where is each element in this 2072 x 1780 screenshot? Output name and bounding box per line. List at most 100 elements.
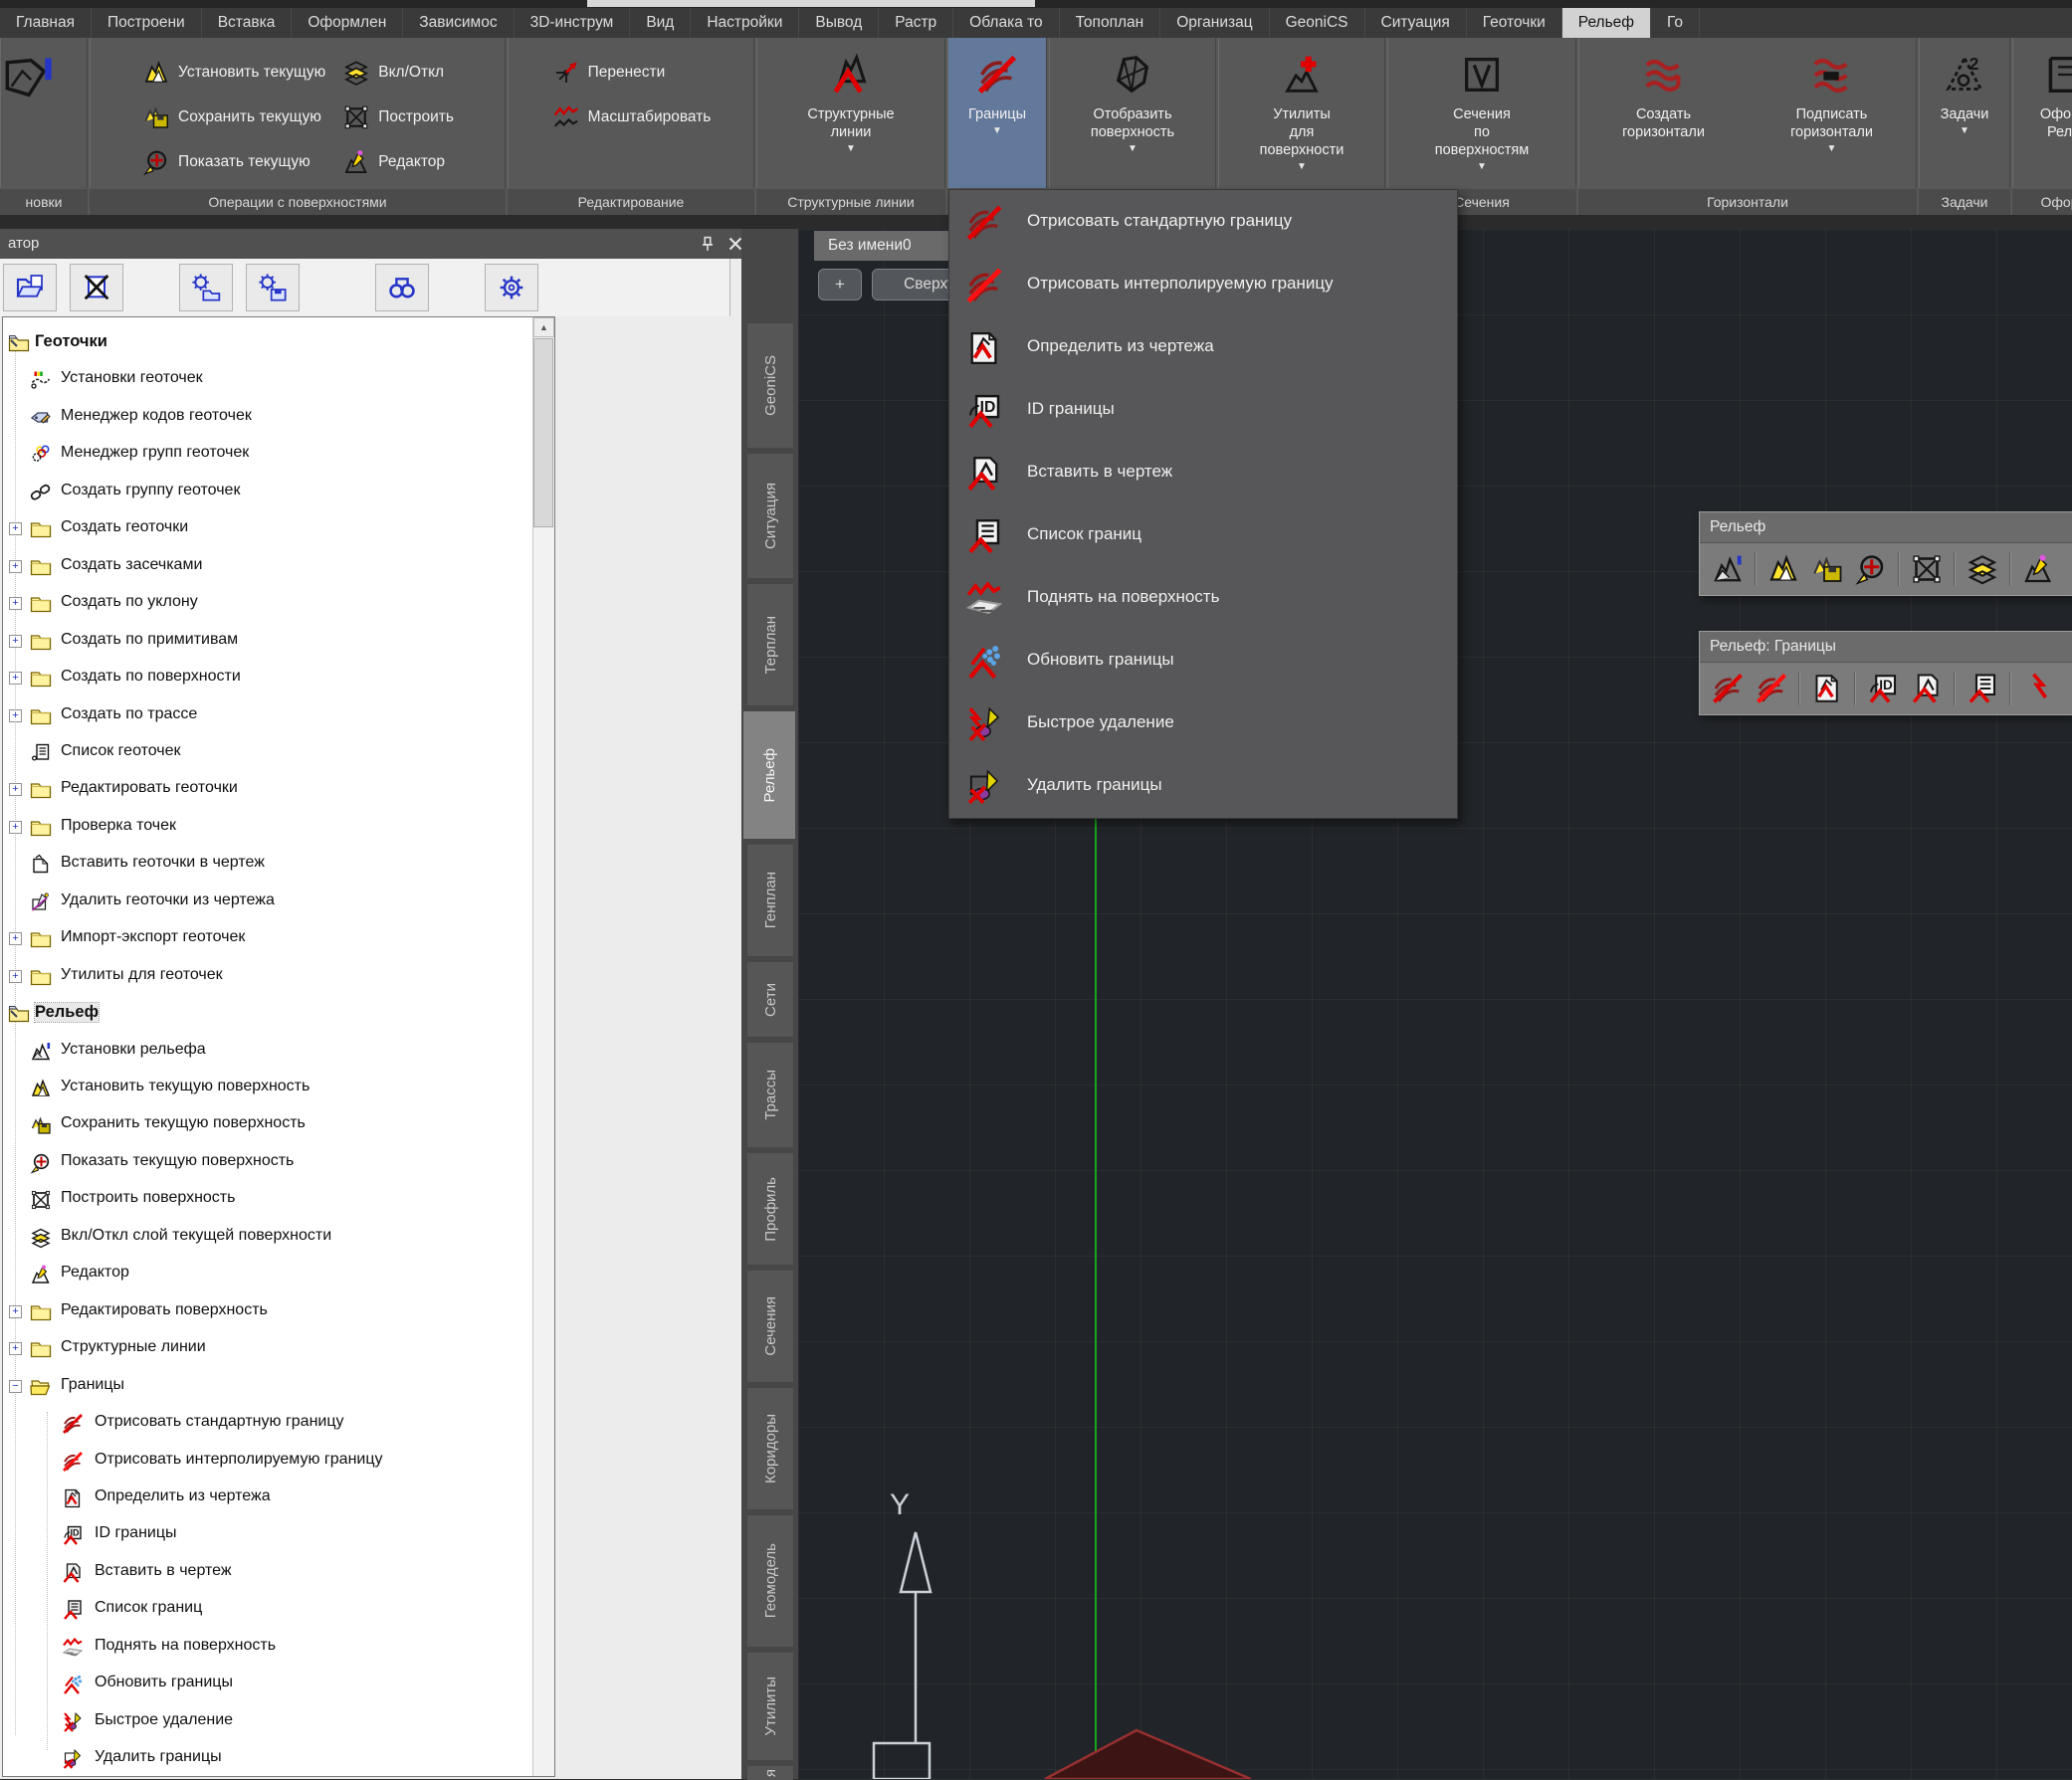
tree-item-отрисовать-стандартную-границу[interactable]: Отрисовать стандартную границу xyxy=(3,1406,530,1443)
tree-item-показать-текущую-поверхность[interactable]: Показать текущую поверхность xyxy=(3,1145,530,1182)
navigator-tool-gear-save[interactable] xyxy=(246,264,300,311)
palette-button-boundary-interp[interactable] xyxy=(1754,671,1789,706)
tree-item-построить-поверхность[interactable]: Построить поверхность xyxy=(3,1182,530,1219)
ribbon-tab-зависимос[interactable]: Зависимос xyxy=(403,8,514,38)
tree-item-сохранить-текущую-поверхность[interactable]: Сохранить текущую поверхность xyxy=(3,1107,530,1144)
tree-item-установки-рельефа[interactable]: Установки рельефа xyxy=(3,1034,530,1071)
tree-item-id-границы[interactable]: IDID границы xyxy=(3,1517,530,1554)
menu-item-удалить-границы[interactable]: Удалить границы xyxy=(949,756,1457,819)
ribbon-tab-вывод[interactable]: Вывод xyxy=(799,8,879,38)
tree-item-вставить-геоточки-в-чертеж[interactable]: Вставить геоточки в чертеж xyxy=(3,847,530,884)
ribbon-tab-построени[interactable]: Построени xyxy=(92,8,202,38)
ribbon-bigbutton-создать-горизонтали[interactable]: Создать горизонтали xyxy=(1579,38,1748,188)
tree-item-границы[interactable]: −Границы xyxy=(3,1369,530,1406)
workspace-tab-утилиты[interactable]: Утилиты xyxy=(747,1653,793,1760)
tree-item-обновить-границы[interactable]: Обновить границы xyxy=(3,1667,530,1703)
palette-button-id-boundary[interactable]: ID xyxy=(1865,671,1901,706)
tree-item-редактировать-геоточки[interactable]: +Редактировать геоточки xyxy=(3,772,530,809)
workspace-tab-сети[interactable]: Сети xyxy=(747,962,793,1037)
tree-item-проверка-точек[interactable]: +Проверка точек xyxy=(3,810,530,847)
tree-item-список-геоточек[interactable]: Список геоточек xyxy=(3,735,530,772)
tree-item-менеджер-групп-геоточек[interactable]: Менеджер групп геоточек xyxy=(3,437,530,474)
ribbon-bigbutton-границы[interactable]: Границы▼ xyxy=(948,38,1046,188)
tree-item-создать-по-поверхности[interactable]: +Создать по поверхности xyxy=(3,661,530,697)
tree-scrollbar[interactable]: ▲ xyxy=(532,317,554,1776)
ribbon-button-перенести[interactable]: Перенести xyxy=(551,50,712,95)
ribbon-tab-растр[interactable]: Растр xyxy=(879,8,953,38)
ribbon-tab-облака-то[interactable]: Облака то xyxy=(953,8,1060,38)
palette-button-list-boundaries[interactable] xyxy=(1965,671,2000,706)
ribbon-button-построить[interactable]: Построить xyxy=(341,95,454,139)
tree-item-импорт-экспорт-геоточек[interactable]: +Импорт-экспорт геоточек xyxy=(3,921,530,958)
tree-item-структурные-линии[interactable]: +Структурные линии xyxy=(3,1331,530,1368)
scroll-thumb[interactable] xyxy=(533,338,553,527)
tree-item-утилиты-для-геоточек[interactable]: +Утилиты для геоточек xyxy=(3,959,530,996)
ribbon-tab-оформлен[interactable]: Оформлен xyxy=(292,8,403,38)
tree-item-установки-геоточек[interactable]: Установки геоточек xyxy=(3,362,530,399)
tree-item-рельеф[interactable]: Рельеф xyxy=(3,996,530,1033)
ribbon-tab-главная[interactable]: Главная xyxy=(0,8,92,38)
ribbon-tab-вставка[interactable]: Вставка xyxy=(202,8,293,38)
tree-item-создать-геоточки[interactable]: +Создать геоточки xyxy=(3,511,530,548)
tree-expand-plus-icon[interactable]: + xyxy=(9,597,22,610)
scroll-up-arrow[interactable]: ▲ xyxy=(533,317,554,337)
tree-item-определить-из-чертежа[interactable]: Определить из чертежа xyxy=(3,1481,530,1517)
menu-item-быстрое-удаление[interactable]: Быстрое удаление xyxy=(949,693,1457,756)
ribbon-button-установить-текущую[interactable]: Установить текущую xyxy=(141,50,325,95)
workspace-tab-геомодель[interactable]: Геомодель xyxy=(747,1515,793,1647)
palette-button-define-drawing[interactable] xyxy=(1809,671,1845,706)
tree-item-создать-засечками[interactable]: +Создать засечками xyxy=(3,549,530,586)
navigator-tool-gear-folder[interactable] xyxy=(179,264,233,311)
tree-item-отрисовать-интерполируемую-границу[interactable]: Отрисовать интерполируемую границу xyxy=(3,1444,530,1481)
ribbon-button-масштабировать[interactable]: Масштабировать xyxy=(551,95,712,139)
tree-item-редактор[interactable]: Редактор xyxy=(3,1257,530,1293)
ribbon-bigbutton-офор-рел[interactable]: Офор Рел xyxy=(2013,38,2072,188)
tree-expand-plus-icon[interactable]: + xyxy=(9,970,22,983)
tree-item-создать-по-примитивам[interactable]: +Создать по примитивам xyxy=(3,624,530,661)
navigator-tool-gear[interactable] xyxy=(485,264,538,311)
pin-icon[interactable] xyxy=(697,233,719,255)
workspace-tab-генплан[interactable]: Генплан xyxy=(747,845,793,956)
tree-item-редактировать-поверхность[interactable]: +Редактировать поверхность xyxy=(3,1294,530,1331)
tree-item-создать-группу-геоточек[interactable]: Создать группу геоточек xyxy=(3,475,530,511)
palette-button-build-surface[interactable] xyxy=(1909,551,1945,587)
menu-item-отрисовать-стандартную-границу[interactable]: Отрисовать стандартную границу xyxy=(949,192,1457,255)
tree-expand-plus-icon[interactable]: + xyxy=(9,932,22,945)
workspace-tab-я[interactable]: я xyxy=(747,1766,793,1780)
ribbon-bigbutton-отобразить-поверхность[interactable]: Отобразить поверхность▼ xyxy=(1050,38,1215,188)
tree-item-вставить-в-чертеж[interactable]: Вставить в чертеж xyxy=(3,1555,530,1592)
tree-item-список-границ[interactable]: Список границ xyxy=(3,1592,530,1629)
tree-expand-plus-icon[interactable]: + xyxy=(9,560,22,573)
tree-expand-plus-icon[interactable]: + xyxy=(9,522,22,535)
ribbon-bigbutton-структурные-линии[interactable]: Структурные линии▼ xyxy=(757,38,944,188)
ribbon-tab-геоточки[interactable]: Геоточки xyxy=(1467,8,1562,38)
ribbon-bigbutton-утилиты-для-поверхности[interactable]: Утилиты для поверхности▼ xyxy=(1219,38,1384,188)
tree-expand-plus-icon[interactable]: + xyxy=(9,709,22,722)
ribbon-tab-го[interactable]: Го xyxy=(1651,8,1700,38)
palette-button-flash-partial[interactable] xyxy=(2020,671,2056,706)
tree-item-поднять-на-поверхность[interactable]: Поднять на поверхность xyxy=(3,1630,530,1667)
ribbon-button-вкл-откл[interactable]: Вкл/Откл xyxy=(341,50,454,95)
tree-expand-plus-icon[interactable]: + xyxy=(9,783,22,796)
ribbon-tab-geonics[interactable]: GeoniCS xyxy=(1270,8,1365,38)
ribbon-tab-3d-инструм[interactable]: 3D-инструм xyxy=(515,8,631,38)
palette-button-toggle-layers[interactable] xyxy=(1965,551,2000,587)
ribbon-bigbutton-сечения-по-поверхностям[interactable]: Сечения по поверхностям▼ xyxy=(1388,38,1575,188)
ribbon-bigbutton-задачи[interactable]: 2Задачи▼ xyxy=(1920,38,2009,188)
workspace-tab-трассы[interactable]: Трассы xyxy=(747,1043,793,1147)
menu-item-id-границы[interactable]: IDID границы xyxy=(949,380,1457,443)
tree-item-установить-текущую-поверхность[interactable]: Установить текущую поверхность xyxy=(3,1071,530,1107)
tree-item-менеджер-кодов-геоточек[interactable]: Менеджер кодов геоточек xyxy=(3,400,530,437)
palette-button-save-current[interactable] xyxy=(1809,551,1845,587)
tree-expand-plus-icon[interactable]: + xyxy=(9,1305,22,1318)
workspace-tab-профиль[interactable]: Профиль xyxy=(747,1153,793,1265)
tree-expand-plus-icon[interactable]: + xyxy=(9,672,22,685)
menu-item-отрисовать-интерполируемую-границу[interactable]: Отрисовать интерполируемую границу xyxy=(949,255,1457,317)
palette-button-insert-drawing[interactable] xyxy=(1909,671,1945,706)
tree-expand-plus-icon[interactable]: + xyxy=(9,1342,22,1355)
tree-expand-plus-icon[interactable]: + xyxy=(9,821,22,834)
tree-item-удалить-геоточки-из-чертежа[interactable]: Удалить геоточки из чертежа xyxy=(3,885,530,921)
ribbon-bigbutton-подписать-горизонтали[interactable]: Подписать горизонтали▼ xyxy=(1748,38,1916,188)
menu-item-вставить-в-чертеж[interactable]: Вставить в чертеж xyxy=(949,443,1457,505)
ribbon-button-сохранить-текущую[interactable]: Сохранить текущую xyxy=(141,95,325,139)
